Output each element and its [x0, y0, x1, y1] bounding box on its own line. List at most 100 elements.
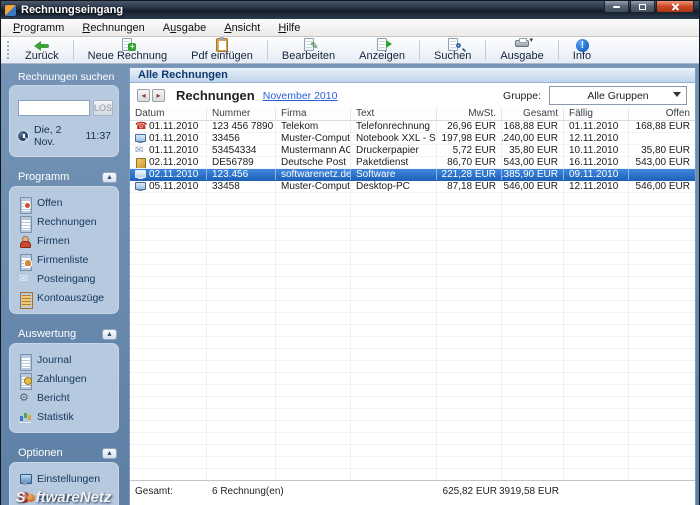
output-button[interactable]: ▾ Ausgabe — [488, 37, 555, 63]
clock-icon[interactable] — [17, 130, 29, 142]
back-button[interactable]: Zurück — [13, 37, 71, 63]
collapse-icon[interactable]: ▲ — [102, 328, 117, 340]
auswertung-panel: Journal Zahlungen ⚙ Bericht Statistik — [9, 343, 119, 433]
column-header-faellig[interactable]: Fällig — [564, 108, 629, 120]
computer-icon — [135, 169, 146, 180]
current-time: 11:37 — [85, 130, 112, 142]
column-header-mwst[interactable]: MwSt. — [437, 108, 502, 120]
phone-icon: ☎ — [135, 121, 148, 132]
close-button[interactable] — [656, 1, 694, 13]
list-title: Rechnungen — [176, 88, 255, 103]
cell-firma: softwarenetz.de — [276, 169, 351, 180]
content-area: Rechnungen suchen LOS Die, 2 Nov. 11:37 … — [1, 64, 699, 505]
cell-firma: Muster-Computer — [276, 181, 351, 192]
menu-programm[interactable]: Programm — [4, 20, 73, 36]
back-icon — [33, 38, 51, 51]
collapse-icon[interactable]: ▲ — [102, 171, 117, 183]
sidebar-item-einstellungen[interactable]: Einstellungen — [16, 469, 112, 488]
prev-month-button[interactable]: ◂ — [137, 89, 150, 102]
sidebar-item-zahlungen[interactable]: Zahlungen — [16, 369, 112, 390]
search-button[interactable]: Suchen — [422, 37, 483, 63]
table-row[interactable]: ☎ 01.11.2010 123 456 7890 Telekom Telefon… — [130, 121, 695, 133]
chevron-down-icon — [673, 92, 681, 97]
mail-icon: ✉ — [135, 145, 144, 156]
search-input[interactable] — [18, 100, 90, 116]
cell-text: Telefonrechnung — [351, 121, 437, 132]
cell-faellig: 12.11.2010 — [564, 133, 629, 144]
cell-gesamt: 546,00 EUR — [502, 181, 564, 192]
column-header-offen[interactable]: Offen — [629, 108, 695, 120]
close-icon — [671, 2, 680, 11]
view-button[interactable]: Anzeigen — [347, 37, 417, 63]
search-section-title: Rechnungen suchen — [18, 71, 115, 83]
sidebar-item-kontoauszuege[interactable]: Kontoauszüge — [16, 288, 112, 309]
info-button[interactable]: ! Info — [561, 37, 603, 63]
table-row[interactable]: 02.11.2010 DE56789 Deutsche Post Paketdi… — [130, 157, 695, 169]
search-go-button[interactable]: LOS — [93, 100, 114, 116]
table-row[interactable]: 01.11.2010 33456 Muster-Computer Noteboo… — [130, 133, 695, 145]
column-header-text[interactable]: Text — [351, 108, 437, 120]
search-panel: LOS Die, 2 Nov. 11:37 — [9, 85, 119, 157]
collapse-icon[interactable]: ▲ — [102, 447, 117, 459]
table-footer: Gesamt: 6 Rechnung(en) 625,82 EUR 3919,5… — [130, 480, 695, 502]
cell-nummer: 33456 — [207, 133, 276, 144]
menu-ausgabe[interactable]: Ausgabe — [154, 20, 215, 36]
softwarenetz-logo: SftwareNetz — [15, 489, 112, 505]
edit-button[interactable]: ✎ Bearbeiten — [270, 37, 347, 63]
sidebar-item-bericht[interactable]: ⚙ Bericht — [16, 388, 112, 407]
list-icon — [19, 291, 33, 309]
cell-text: Software — [351, 169, 437, 180]
maximize-button[interactable] — [630, 1, 655, 13]
column-header-nummer[interactable]: Nummer — [207, 108, 276, 120]
sidebar-item-statistik[interactable]: Statistik — [16, 407, 112, 426]
computer-icon — [135, 181, 146, 192]
edit-icon: ✎ — [300, 38, 319, 52]
cell-gesamt: 168,88 EUR — [502, 121, 564, 132]
cell-nummer: 33458 — [207, 181, 276, 192]
cell-faellig: 12.11.2010 — [564, 181, 629, 192]
paste-pdf-icon — [213, 37, 231, 52]
main-panel: Alle Rechnungen ◂ ▸ Rechnungen November … — [129, 67, 696, 505]
cell-datum: 02.11.2010 — [130, 169, 207, 180]
payments-icon — [19, 372, 32, 390]
column-header-firma[interactable]: Firma — [276, 108, 351, 120]
cell-offen: 35,80 EUR — [641, 145, 690, 156]
sidebar-item-firmenliste[interactable]: Firmenliste — [16, 250, 112, 271]
sidebar-item-posteingang[interactable]: ✉ Posteingang — [16, 269, 112, 288]
menu-rechnungen[interactable]: Rechnungen — [73, 20, 153, 36]
programm-panel: Offen Rechnungen Firmen Firmenliste ✉ Pos… — [9, 186, 119, 314]
menu-bar: Programm Rechnungen Ausgabe Ansicht Hilf… — [1, 19, 699, 37]
table-row[interactable]: ✉ 01.11.2010 53454334 Mustermann AG Druck… — [130, 145, 695, 157]
period-link[interactable]: November 2010 — [263, 90, 338, 102]
menu-hilfe[interactable]: Hilfe — [269, 20, 309, 36]
cell-offen: 543,00 EUR — [635, 157, 690, 168]
column-header-datum[interactable]: Datum — [130, 108, 207, 120]
sidebar-item-journal[interactable]: Journal — [16, 350, 112, 371]
sidebar-item-offen[interactable]: Offen — [16, 193, 112, 214]
cell-datum: 02.11.2010 — [130, 157, 207, 168]
new-invoice-button[interactable]: + Neue Rechnung — [76, 37, 180, 63]
total-mwst: 625,82 EUR — [442, 486, 497, 497]
sidebar-item-rechnungen[interactable]: Rechnungen — [16, 212, 112, 233]
cell-datum: 01.11.2010 — [130, 133, 207, 144]
column-header-gesamt[interactable]: Gesamt — [502, 108, 564, 120]
toolbar-grip[interactable] — [7, 41, 10, 59]
paste-pdf-button[interactable]: Pdf einfügen — [179, 37, 265, 63]
minimize-button[interactable] — [604, 1, 629, 13]
title-bar[interactable]: Rechnungseingang — [1, 1, 699, 19]
cell-gesamt: 35,80 EUR — [502, 145, 564, 156]
info-icon: ! — [573, 38, 591, 52]
cell-offen — [629, 169, 695, 180]
document-icon — [19, 196, 32, 214]
cell-offen: 168,88 EUR — [635, 121, 690, 132]
next-month-button[interactable]: ▸ — [152, 89, 165, 102]
sidebar-item-firmen[interactable]: Firmen — [16, 231, 112, 250]
print-icon: ▾ — [513, 37, 533, 50]
cell-mwst: 221,28 EUR — [437, 169, 502, 180]
table-row[interactable]: 05.11.2010 33458 Muster-Computer Desktop… — [130, 181, 695, 193]
group-dropdown[interactable]: Alle Gruppen — [549, 86, 687, 105]
menu-ansicht[interactable]: Ansicht — [215, 20, 269, 36]
group-label: Gruppe: — [503, 89, 541, 102]
cell-faellig: 01.11.2010 — [564, 121, 629, 132]
table-row-selected[interactable]: 02.11.2010 123.456 softwarenetz.de Softw… — [130, 169, 695, 181]
